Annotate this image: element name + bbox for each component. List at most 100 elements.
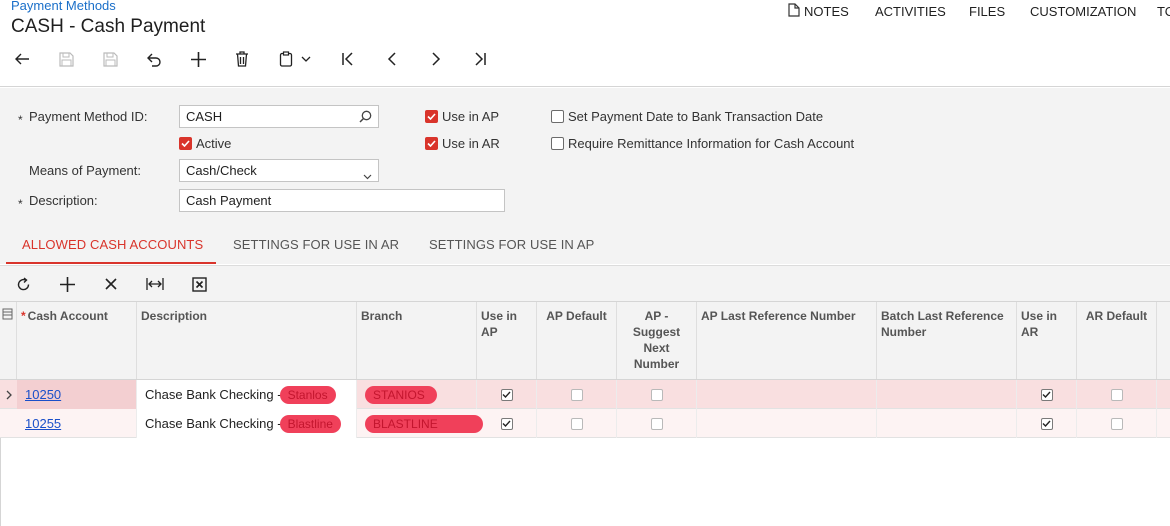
- save-close-icon[interactable]: [53, 46, 79, 72]
- checkbox-unchecked-icon: [551, 137, 564, 150]
- cell-cash-account[interactable]: 10255: [17, 409, 137, 438]
- active-label: Active: [196, 136, 232, 151]
- checkbox-checked-icon[interactable]: [1040, 417, 1053, 430]
- cell-batch-last-ref[interactable]: [877, 380, 1017, 409]
- col-overflow: [1157, 302, 1170, 379]
- checkbox-checked-icon[interactable]: [1040, 388, 1053, 401]
- cash-accounts-grid: * Cash Account Description Branch Use in …: [0, 301, 1170, 526]
- cell-branch[interactable]: BLASTLINE: [357, 409, 483, 438]
- means-of-payment-label: Means of Payment:: [29, 163, 141, 178]
- customization-link[interactable]: CUSTOMIZATION: [1030, 3, 1157, 20]
- delete-row-icon[interactable]: [99, 273, 123, 295]
- checkbox-unchecked-icon[interactable]: [570, 417, 583, 430]
- last-record-icon[interactable]: [467, 46, 493, 72]
- clipboard-icon[interactable]: [273, 46, 299, 72]
- cell-ap-default[interactable]: [537, 409, 617, 438]
- chevron-down-icon[interactable]: [297, 46, 315, 72]
- cash-account-link[interactable]: 10250: [25, 387, 61, 402]
- activities-link[interactable]: ACTIVITIES: [875, 3, 969, 20]
- cell-ap-default[interactable]: [537, 380, 617, 409]
- notes-label: NOTES: [804, 4, 849, 19]
- col-ap-suggest-next[interactable]: AP - Suggest Next Number: [617, 302, 697, 379]
- add-icon[interactable]: [185, 46, 211, 72]
- cell-batch-last-ref[interactable]: [877, 409, 1017, 438]
- means-of-payment-select[interactable]: Cash/Check: [179, 159, 379, 182]
- next-record-icon[interactable]: [423, 46, 449, 72]
- use-in-ap-checkbox[interactable]: Use in AP: [425, 109, 499, 124]
- first-record-icon[interactable]: [335, 46, 361, 72]
- col-ap-last-ref[interactable]: AP Last Reference Number: [697, 302, 877, 379]
- tab-settings-ap[interactable]: SETTINGS FOR USE IN AP: [429, 237, 594, 252]
- checkbox-unchecked-icon[interactable]: [650, 417, 663, 430]
- description-input[interactable]: Cash Payment: [179, 189, 505, 212]
- cell-description[interactable]: Chase Bank Checking - Blastline: [137, 409, 357, 438]
- cash-account-link[interactable]: 10255: [25, 416, 61, 431]
- main-toolbar: [0, 46, 600, 74]
- payment-method-id-input[interactable]: CASH: [179, 105, 379, 128]
- table-row[interactable]: 10255 Chase Bank Checking - Blastline BL…: [0, 409, 1170, 438]
- delete-icon[interactable]: [229, 46, 255, 72]
- undo-icon[interactable]: [141, 46, 167, 72]
- cell-description[interactable]: Chase Bank Checking - Stanlos: [137, 380, 357, 409]
- required-marker: *: [18, 113, 23, 127]
- notes-link[interactable]: NOTES: [788, 3, 875, 20]
- col-cash-account-label: Cash Account: [27, 309, 108, 323]
- use-in-ar-checkbox[interactable]: Use in AR: [425, 136, 500, 151]
- cell-use-in-ap[interactable]: [477, 380, 537, 409]
- active-tab-indicator: [6, 262, 216, 264]
- col-branch[interactable]: Branch: [357, 302, 477, 379]
- save-icon[interactable]: [97, 46, 123, 72]
- cell-use-in-ar[interactable]: [1017, 380, 1077, 409]
- cell-ap-last-ref[interactable]: [697, 380, 877, 409]
- prev-record-icon[interactable]: [379, 46, 405, 72]
- breadcrumb[interactable]: Payment Methods: [11, 0, 116, 13]
- means-of-payment-value: Cash/Check: [186, 163, 257, 178]
- row-selector-header[interactable]: [0, 302, 17, 379]
- cell-ap-suggest-next[interactable]: [617, 380, 697, 409]
- set-payment-date-checkbox[interactable]: Set Payment Date to Bank Transaction Dat…: [551, 109, 823, 124]
- refresh-icon[interactable]: [11, 273, 35, 295]
- checkbox-checked-icon[interactable]: [500, 388, 513, 401]
- col-batch-last-ref[interactable]: Batch Last Reference Number: [877, 302, 1017, 379]
- use-in-ar-label: Use in AR: [442, 136, 500, 151]
- tab-settings-ar[interactable]: SETTINGS FOR USE IN AR: [233, 237, 399, 252]
- cell-ar-default[interactable]: [1077, 380, 1157, 409]
- table-row[interactable]: 10250 Chase Bank Checking - Stanlos STAN…: [0, 380, 1170, 409]
- col-use-in-ar[interactable]: Use in AR: [1017, 302, 1077, 379]
- export-excel-icon[interactable]: [187, 273, 211, 295]
- add-row-icon[interactable]: [55, 273, 79, 295]
- description-label: Description:: [29, 193, 98, 208]
- col-use-in-ap[interactable]: Use in AP: [477, 302, 537, 379]
- checkbox-unchecked-icon[interactable]: [1110, 388, 1123, 401]
- cell-ar-default[interactable]: [1077, 409, 1157, 438]
- document-icon: [788, 3, 800, 20]
- redacted-text: Blastline: [279, 414, 341, 433]
- search-icon[interactable]: [359, 110, 372, 126]
- col-ar-default[interactable]: AR Default: [1077, 302, 1157, 379]
- cell-cash-account[interactable]: 10250: [17, 380, 137, 409]
- grid-toolbar: [0, 265, 1170, 301]
- col-ap-default[interactable]: AP Default: [537, 302, 617, 379]
- require-remittance-checkbox[interactable]: Require Remittance Information for Cash …: [551, 136, 854, 151]
- back-arrow-icon[interactable]: [9, 46, 35, 72]
- tools-link[interactable]: TO: [1157, 3, 1170, 20]
- tab-allowed-cash-accounts[interactable]: ALLOWED CASH ACCOUNTS: [22, 237, 203, 252]
- cell-ap-suggest-next[interactable]: [617, 409, 697, 438]
- checkbox-unchecked-icon[interactable]: [570, 388, 583, 401]
- active-checkbox[interactable]: Active: [179, 136, 231, 151]
- checkbox-unchecked-icon[interactable]: [650, 388, 663, 401]
- redacted-text: Stanlos: [279, 385, 336, 404]
- cell-use-in-ap[interactable]: [477, 409, 537, 438]
- required-marker: *: [21, 309, 26, 323]
- col-cash-account[interactable]: * Cash Account: [17, 302, 137, 379]
- cell-branch[interactable]: STANIOS: [357, 380, 477, 409]
- checkbox-unchecked-icon[interactable]: [1110, 417, 1123, 430]
- col-description[interactable]: Description: [137, 302, 357, 379]
- cell-use-in-ar[interactable]: [1017, 409, 1077, 438]
- description-text: Chase Bank Checking -: [145, 387, 282, 402]
- checkbox-checked-icon[interactable]: [500, 417, 513, 430]
- use-in-ap-label: Use in AP: [442, 109, 500, 124]
- files-link[interactable]: FILES: [969, 3, 1030, 20]
- cell-ap-last-ref[interactable]: [697, 409, 877, 438]
- fit-columns-icon[interactable]: [143, 273, 167, 295]
